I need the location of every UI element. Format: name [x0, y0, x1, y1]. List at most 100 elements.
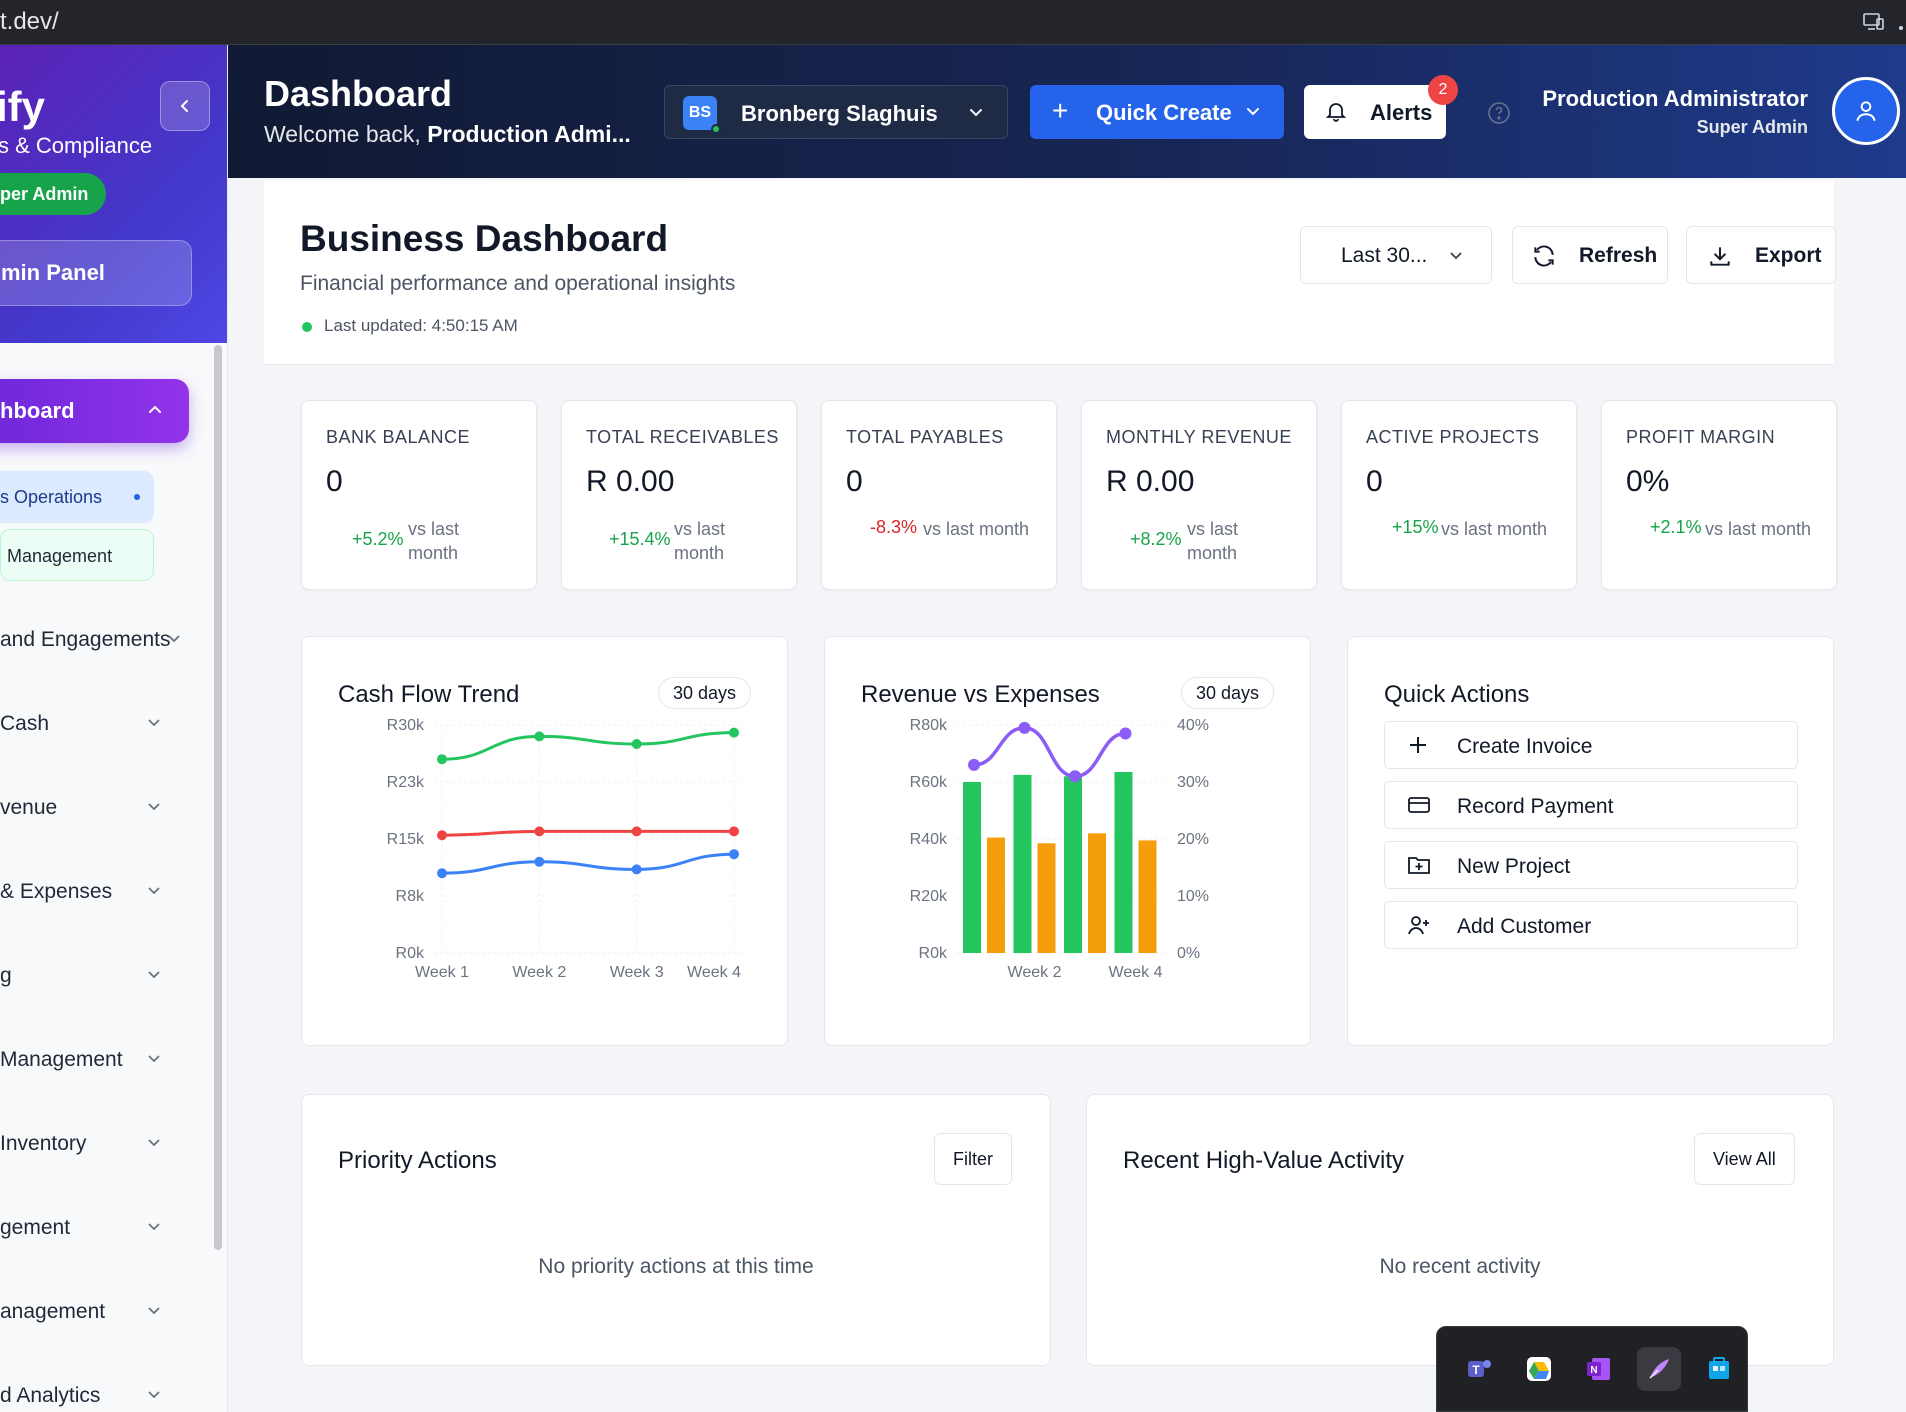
quick-action-label: Record Payment [1457, 795, 1614, 818]
kpi-label: ACTIVE PROJECTS [1366, 427, 1540, 447]
kpi-change: +15% [1392, 517, 1439, 537]
sidebar-item-g[interactable]: g [0, 961, 180, 991]
page-heading: Business Dashboard Financial performance… [264, 180, 1836, 365]
role-badge: per Admin [0, 173, 107, 215]
sidebar-item-revenue[interactable]: venue [0, 793, 180, 823]
sidebar-item-label: Cash [0, 712, 50, 735]
sidebar-item-cash[interactable]: Cash [0, 709, 180, 739]
chevron-down-icon [970, 109, 982, 117]
export-button[interactable]: Export [1686, 226, 1836, 284]
top-header: Dashboard Welcome back, Production Admi.… [228, 45, 1906, 178]
bar [1037, 843, 1056, 953]
onenote-icon[interactable]: N [1577, 1347, 1621, 1391]
bar [1114, 772, 1133, 953]
card-title: Recent High-Value Activity [1123, 1147, 1405, 1174]
data-point [631, 864, 642, 875]
alerts-button[interactable]: Alerts 2 [1304, 75, 1458, 139]
sidebar-subitem-management[interactable]: Management [0, 529, 154, 581]
data-point [631, 826, 642, 837]
series-line [441, 731, 735, 761]
x-tick-label: Week 2 [1008, 964, 1062, 981]
page-title: Business Dashboard [300, 218, 669, 259]
sidebar-scrollbar[interactable] [214, 345, 222, 1250]
kpi-vs: vs last month [923, 517, 1029, 541]
drive-icon[interactable] [1517, 1347, 1561, 1391]
y-tick-label: R40k [910, 831, 948, 848]
chevron-down-icon [148, 1223, 160, 1231]
kpi-vs-line: vs last month [923, 519, 1030, 539]
y-tick-label: R0k [919, 945, 948, 962]
sidebar-item-label: d Analytics [0, 1384, 101, 1407]
y2-tick-label: 30% [1177, 774, 1209, 791]
kpi-vs-line: vs last month [1441, 519, 1548, 539]
sidebar-item-label: anagement [0, 1300, 106, 1323]
credit-card-icon [1408, 797, 1430, 813]
address-bar[interactable]: t.dev/ [0, 8, 59, 36]
view-all-button[interactable]: View All [1694, 1133, 1795, 1185]
menu-icon[interactable] [1896, 10, 1906, 34]
sidebar-item-analytics[interactable]: d Analytics [0, 1381, 180, 1411]
teams-icon[interactable]: T [1457, 1347, 1501, 1391]
kpi-vs-line: month [674, 543, 725, 563]
svg-text:T: T [1472, 1363, 1480, 1377]
sidebar-item-label: gement [0, 1216, 71, 1239]
y2-tick-label: 20% [1177, 831, 1209, 848]
card-title: Priority Actions [338, 1147, 497, 1174]
series-line [441, 852, 735, 875]
kpi-change: +5.2% [352, 529, 404, 549]
sidebar-item-label: g [0, 964, 12, 987]
sidebar-subitem-label: s Operations [0, 487, 103, 507]
quick-create-button[interactable]: + Quick Create [1030, 85, 1284, 139]
add-customer-button[interactable]: Add Customer [1384, 901, 1798, 949]
chevron-down-icon [148, 803, 160, 811]
data-point [729, 826, 739, 837]
sidebar-item-label: hboard [0, 398, 75, 423]
date-range-select[interactable]: Last 30... [1300, 226, 1492, 284]
record-payment-button[interactable]: Record Payment [1384, 781, 1798, 829]
sidebar-item-gement[interactable]: gement [0, 1213, 180, 1243]
filter-button[interactable]: Filter [934, 1133, 1012, 1185]
company-selector[interactable]: BS Bronberg Slaghuis [664, 85, 1008, 139]
bar [1064, 776, 1082, 953]
x-tick-label: Week 3 [610, 964, 664, 981]
new-project-button[interactable]: New Project [1384, 841, 1798, 889]
admin-panel-button[interactable]: min Panel [0, 240, 192, 306]
sidebar-item-label: and Engagements [0, 628, 171, 651]
help-icon[interactable] [1487, 101, 1511, 125]
sidebar-item-expenses[interactable]: & Expenses [0, 877, 180, 907]
avatar[interactable] [1832, 77, 1900, 145]
chevron-left-icon [180, 100, 188, 112]
active-dot [134, 494, 140, 500]
alerts-label: Alerts [1370, 100, 1433, 125]
collapse-sidebar-button[interactable] [160, 81, 210, 131]
sidebar-item-management[interactable]: Management [0, 1045, 180, 1075]
download-icon [1710, 247, 1730, 266]
welcome-text: Welcome back, Production Admi... [264, 121, 631, 148]
store-icon[interactable] [1697, 1347, 1741, 1391]
welcome-name: Production Admi... [427, 121, 631, 147]
sidebar-item-anagement[interactable]: anagement [0, 1297, 180, 1327]
last-updated: Last updated: 4:50:15 AM [324, 316, 518, 335]
y-tick-label: R8k [396, 888, 425, 905]
date-range-label: Last 30... [1341, 244, 1428, 267]
data-point [1069, 770, 1081, 783]
sidebar-item-inventory[interactable]: Inventory [0, 1129, 180, 1159]
refresh-button[interactable]: Refresh [1512, 226, 1668, 284]
sidebar-item-dashboard[interactable]: hboard [0, 379, 189, 443]
data-point [437, 754, 447, 765]
chevron-down-icon [1247, 108, 1259, 116]
data-point [534, 856, 545, 867]
bar [1013, 774, 1032, 953]
quill-icon[interactable] [1637, 1347, 1681, 1391]
sidebar-item-label: Management [0, 1048, 123, 1071]
y-tick-label: R15k [387, 831, 425, 848]
series-line [973, 726, 1126, 779]
sidebar-item-engagements[interactable]: and Engagements [0, 625, 180, 655]
sidebar-subitem-operations[interactable]: s Operations [0, 471, 154, 523]
data-point [1119, 727, 1132, 740]
create-invoice-button[interactable]: Create Invoice [1384, 721, 1798, 769]
devices-icon[interactable] [1862, 10, 1886, 34]
brand-subtitle: s & Compliance [0, 133, 153, 158]
kpi-vs-line: vs last [408, 519, 460, 539]
kpi-label: MONTHLY REVENUE [1106, 427, 1292, 447]
